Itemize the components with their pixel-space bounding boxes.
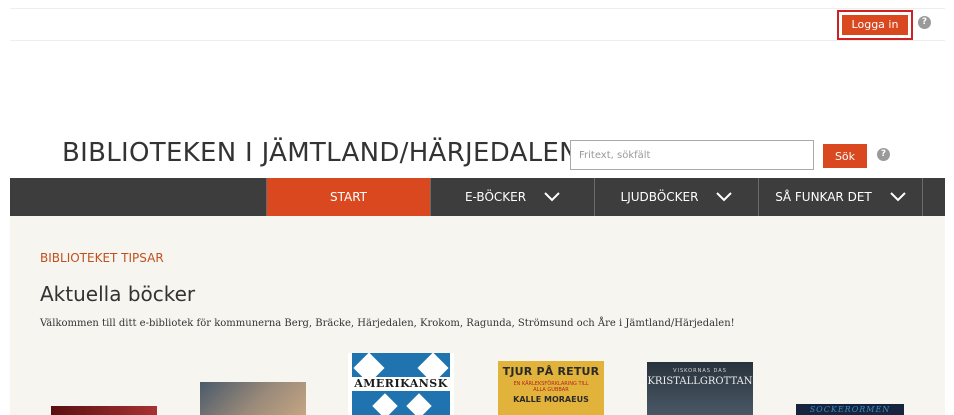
help-icon[interactable]: ? (918, 16, 931, 29)
nav-item-label: LJUDBÖCKER (620, 190, 699, 204)
book-cover[interactable] (51, 406, 157, 415)
book-author: KALLE MORAEUS (513, 395, 589, 404)
nav-item-label: START (329, 190, 368, 204)
nav-item-label: SÅ FUNKAR DET (775, 190, 872, 204)
top-bar (10, 8, 945, 41)
intro-text: Välkommen till ditt e-bibliotek för komm… (40, 318, 735, 329)
cover-art (200, 382, 306, 415)
nav-item-start[interactable]: START (267, 178, 430, 216)
book-title: KRISTALLGROTTAN (647, 376, 753, 387)
book-cover[interactable]: VISKORNAS DAS KRISTALLGROTTAN (647, 362, 753, 415)
chevron-down-icon[interactable] (716, 192, 733, 202)
search-help-icon[interactable]: ? (877, 148, 890, 161)
site-title[interactable]: BIBLIOTEKEN I JÄMTLAND/HÄRJEDALEN (62, 138, 579, 168)
book-cover[interactable]: SOCKERORMEN (796, 404, 904, 415)
login-highlight: Logga in (837, 10, 913, 40)
section-heading: Aktuella böcker (40, 282, 196, 306)
login-button[interactable]: Logga in (842, 15, 908, 35)
search-input[interactable] (570, 140, 814, 170)
section-eyebrow: BIBLIOTEKET TIPSAR (40, 251, 164, 265)
content-area: BIBLIOTEKET TIPSAR Aktuella böcker Välko… (10, 216, 945, 415)
nav-divider (922, 178, 923, 216)
book-cover[interactable]: TJUR PÅ RETUR EN KÄRLEKSFÖRKLARING TILL … (498, 361, 604, 415)
main-nav: START E-BÖCKER LJUDBÖCKER SÅ FUNKAR DET (10, 178, 945, 216)
chevron-down-icon[interactable] (890, 192, 906, 202)
cover-art (51, 406, 157, 415)
book-title: AMERIKANSK (348, 377, 454, 391)
nav-item-label: E-BÖCKER (464, 190, 527, 204)
book-title: TJUR PÅ RETUR (502, 365, 600, 378)
nav-item-e-books[interactable]: E-BÖCKER (431, 178, 594, 216)
book-cover[interactable]: AMERIKANSK (348, 353, 454, 415)
nav-item-audiobooks[interactable]: LJUDBÖCKER (595, 178, 758, 216)
book-kicker: VISKORNAS DAS (673, 368, 727, 374)
book-cover[interactable] (200, 382, 306, 415)
nav-item-how-it-works[interactable]: SÅ FUNKAR DET (759, 178, 922, 216)
search-button[interactable]: Sök (823, 144, 867, 168)
chevron-down-icon[interactable] (544, 192, 560, 202)
book-title: SOCKERORMEN (809, 405, 891, 414)
book-subtitle: EN KÄRLEKSFÖRKLARING TILL ALLA GUBBAR (513, 381, 589, 393)
